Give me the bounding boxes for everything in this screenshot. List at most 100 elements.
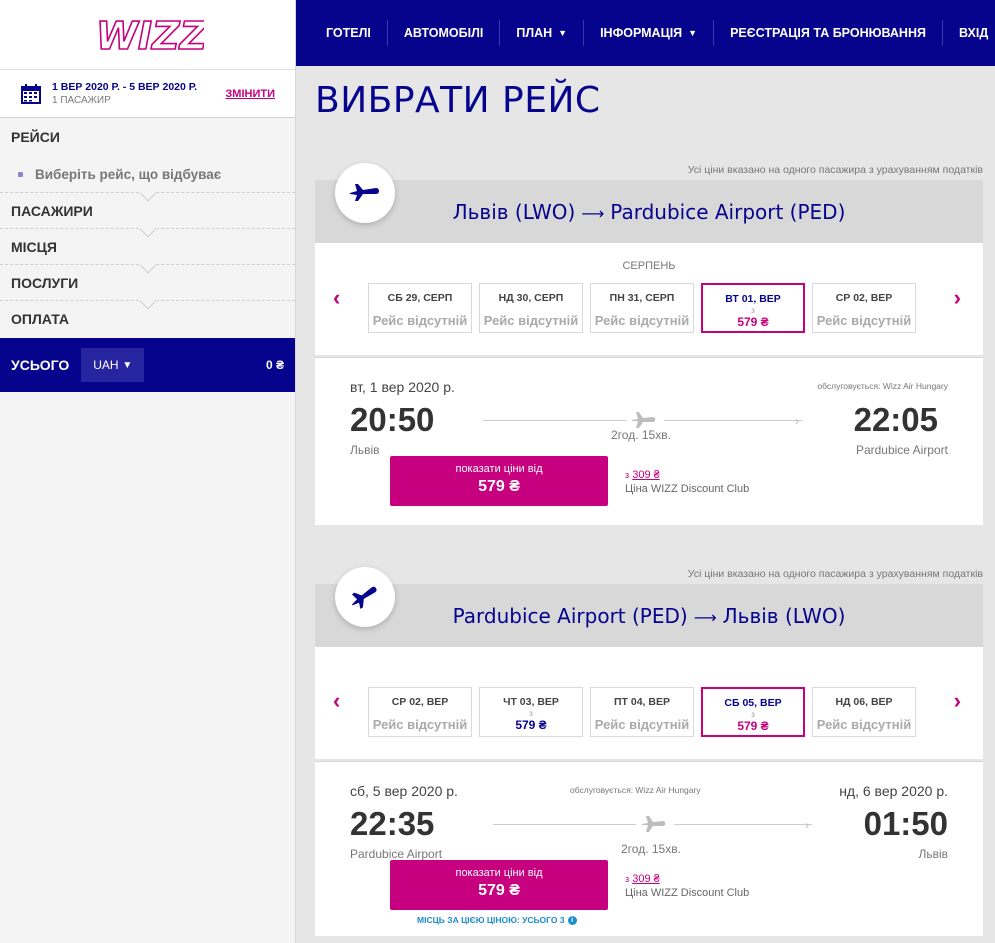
nav-checkin[interactable]: РЕЄСТРАЦІЯ ТА БРОНЮВАННЯ xyxy=(713,20,942,46)
nav-hotels[interactable]: ГОТЕЛІ xyxy=(310,20,387,46)
plane-badge xyxy=(335,567,395,627)
nav-section-label: ПОСЛУГИ xyxy=(11,274,79,291)
date-tab[interactable]: СР 02, ВЕР Рейс відсутній xyxy=(368,687,472,737)
top-navigation: ГОТЕЛІ АВТОМОБІЛІ ПЛАН ▼ ІНФОРМАЦІЯ ▼ РЕЄС… xyxy=(296,0,995,66)
date-tab-label: СБ 05, ВЕР xyxy=(724,697,782,709)
svg-text:WIZZ: WIZZ xyxy=(96,14,204,57)
outbound-flight-block: Усі ціни вказано на одного пасажира з ур… xyxy=(315,163,983,525)
departure-date: вт, 1 вер 2020 р. xyxy=(350,379,455,395)
currency-value: UAH xyxy=(93,358,119,372)
date-tab-from: з xyxy=(751,306,755,315)
discount-club-price[interactable]: з 309 ₴ Ціна WIZZ Discount Club xyxy=(625,872,749,900)
arrival-city: Pardubice Airport xyxy=(855,443,948,457)
prev-dates-button[interactable]: ‹ xyxy=(333,688,340,714)
flight-duration: 2год. 15хв. xyxy=(621,842,681,856)
route-line xyxy=(493,824,636,825)
nav-subitem-label: Виберіть рейс, що відбуває xyxy=(35,166,222,182)
date-tab[interactable]: НД 06, ВЕР Рейс відсутній xyxy=(812,687,916,737)
chevron-right-icon: › xyxy=(805,818,809,832)
plane-badge xyxy=(335,163,395,223)
date-tab-label: НД 06, ВЕР xyxy=(835,696,893,708)
date-selector: ‹ СР 02, ВЕР Рейс відсутній ЧТ 03, ВЕР з 579… xyxy=(315,647,983,759)
nav-info[interactable]: ІНФОРМАЦІЯ ▼ xyxy=(583,20,713,46)
nav-section-services[interactable]: ПОСЛУГИ xyxy=(0,265,295,310)
date-tab-label: НД 30, СЕРП xyxy=(498,292,564,304)
arrow-right-icon: ⟶ xyxy=(581,203,605,223)
route-from: Pardubice Airport (PED) xyxy=(452,603,688,628)
date-tab[interactable]: НД 30, СЕРП Рейс відсутній xyxy=(479,283,583,333)
plane-return-icon xyxy=(351,586,377,609)
date-tab-price: 579 ₴ xyxy=(515,718,547,732)
date-tab-from: з xyxy=(529,709,533,718)
route-bar: Львів (LWO) ⟶ Pardubice Airport (PED) xyxy=(315,163,983,243)
inbound-flight-block: Усі ціни вказано на одного пасажира з ур… xyxy=(315,567,983,936)
nav-section-label: ПАСАЖИРИ xyxy=(11,202,93,219)
club-from: з xyxy=(625,470,630,480)
club-price: 309 ₴ xyxy=(632,469,660,481)
date-tab-status: Рейс відсутній xyxy=(372,717,468,732)
arrival-time: 22:05 xyxy=(853,401,938,438)
date-tab-selected[interactable]: ВТ 01, ВЕР з 579 ₴ xyxy=(701,283,805,333)
info-icon[interactable]: i xyxy=(567,916,577,925)
route-from: Львів (LWO) xyxy=(452,199,576,224)
date-tab-status: Рейс відсутній xyxy=(594,313,690,328)
nav-cars[interactable]: АВТОМОБІЛІ xyxy=(386,20,499,46)
date-tabs: СР 02, ВЕР Рейс відсутній ЧТ 03, ВЕР з 579 ₴… xyxy=(368,687,928,737)
route-bar: Pardubice Airport (PED) ⟶ Львів (LWO) xyxy=(315,567,983,647)
nav-subitem-select-outbound[interactable]: Виберіть рейс, що відбуває xyxy=(0,156,295,202)
caret-down-icon: ▼ xyxy=(122,359,133,371)
route-line xyxy=(483,420,626,421)
prev-dates-button[interactable]: ‹ xyxy=(333,285,340,311)
wizz-logo-icon: WIZZ xyxy=(95,13,204,57)
departure-city: Львів xyxy=(350,443,380,457)
next-dates-button[interactable]: › xyxy=(954,285,961,311)
date-tab-status: Рейс відсутній xyxy=(594,717,690,732)
nav-section-payment[interactable]: ОПЛАТА xyxy=(0,301,295,337)
chevron-right-icon: › xyxy=(795,414,799,428)
date-tab-label: ЧТ 03, ВЕР xyxy=(503,696,559,708)
departure-time: 22:35 xyxy=(350,805,435,842)
club-label: Ціна WIZZ Discount Club xyxy=(625,483,750,495)
show-prices-label: показати ціни від xyxy=(455,463,543,475)
show-prices-button[interactable]: показати ціни від 579 ₴ xyxy=(390,860,608,910)
operator: обслуговується: Wizz Air Hungary xyxy=(817,381,948,391)
logo[interactable]: WIZZ xyxy=(0,0,295,69)
nav-login[interactable]: ВХІД xyxy=(941,20,995,46)
nav-info-label: ІНФОРМАЦІЯ xyxy=(600,26,683,40)
date-selector: СЕРПЕНЬ ‹ СБ 29, СЕРП Рейс відсутній НД 30… xyxy=(315,243,983,355)
date-tab[interactable]: ПТ 04, ВЕР Рейс відсутній xyxy=(590,687,694,737)
nav-plan[interactable]: ПЛАН ▼ xyxy=(499,20,583,46)
nav-section-flights[interactable]: РЕЙСИ xyxy=(0,118,295,156)
caret-down-icon: ▼ xyxy=(558,28,568,38)
date-tab[interactable]: СР 02, ВЕР Рейс відсутній xyxy=(812,283,916,333)
departure-time: 20:50 xyxy=(350,401,435,438)
nav-section-label: ОПЛАТА xyxy=(11,311,69,327)
nav-section-passengers[interactable]: ПАСАЖИРИ xyxy=(0,193,295,238)
date-tab-status: Рейс відсутній xyxy=(372,313,468,328)
month-label: СЕРПЕНЬ xyxy=(622,260,676,272)
show-prices-amount: 579 ₴ xyxy=(478,882,520,899)
date-tab-status: Рейс відсутній xyxy=(816,313,912,328)
date-tab[interactable]: ЧТ 03, ВЕР з 579 ₴ xyxy=(479,687,583,737)
date-tab-from: з xyxy=(751,710,755,719)
date-tab[interactable]: ПН 31, СЕРП Рейс відсутній xyxy=(590,283,694,333)
route-line xyxy=(664,420,802,421)
date-tab-selected[interactable]: СБ 05, ВЕР з 579 ₴ xyxy=(701,687,805,737)
currency-select[interactable]: UAH ▼ xyxy=(81,348,145,382)
total-label: УСЬОГО xyxy=(11,357,70,373)
seats-left-note: МІСЦЬ ЗА ЦІЄЮ ЦІНОЮ: УСЬОГО 3i xyxy=(417,915,577,925)
route-line xyxy=(674,824,812,825)
nav-section-label: МІСЦЯ xyxy=(11,238,57,255)
caret-down-icon: ▼ xyxy=(688,28,698,38)
change-trip-link[interactable]: ЗМІНИТИ xyxy=(225,88,275,100)
trip-dates: 1 ВЕР 2020 Р. - 5 ВЕР 2020 Р. xyxy=(52,81,198,93)
page-title: ВИБРАТИ РЕЙС xyxy=(315,80,601,121)
trip-summary: 1 ВЕР 2020 Р. - 5 ВЕР 2020 Р. 1 ПАСАЖИР … xyxy=(0,69,295,118)
date-tab[interactable]: СБ 29, СЕРП Рейс відсутній xyxy=(368,283,472,333)
next-dates-button[interactable]: › xyxy=(954,688,961,714)
show-prices-button[interactable]: показати ціни від 579 ₴ xyxy=(390,456,608,506)
nav-section-seats[interactable]: МІСЦЯ xyxy=(0,229,295,274)
show-prices-label: показати ціни від xyxy=(455,867,543,879)
route-title: Pardubice Airport (PED) ⟶ Львів (LWO) xyxy=(453,604,846,628)
discount-club-price[interactable]: з 309 ₴ Ціна WIZZ Discount Club xyxy=(625,468,749,496)
